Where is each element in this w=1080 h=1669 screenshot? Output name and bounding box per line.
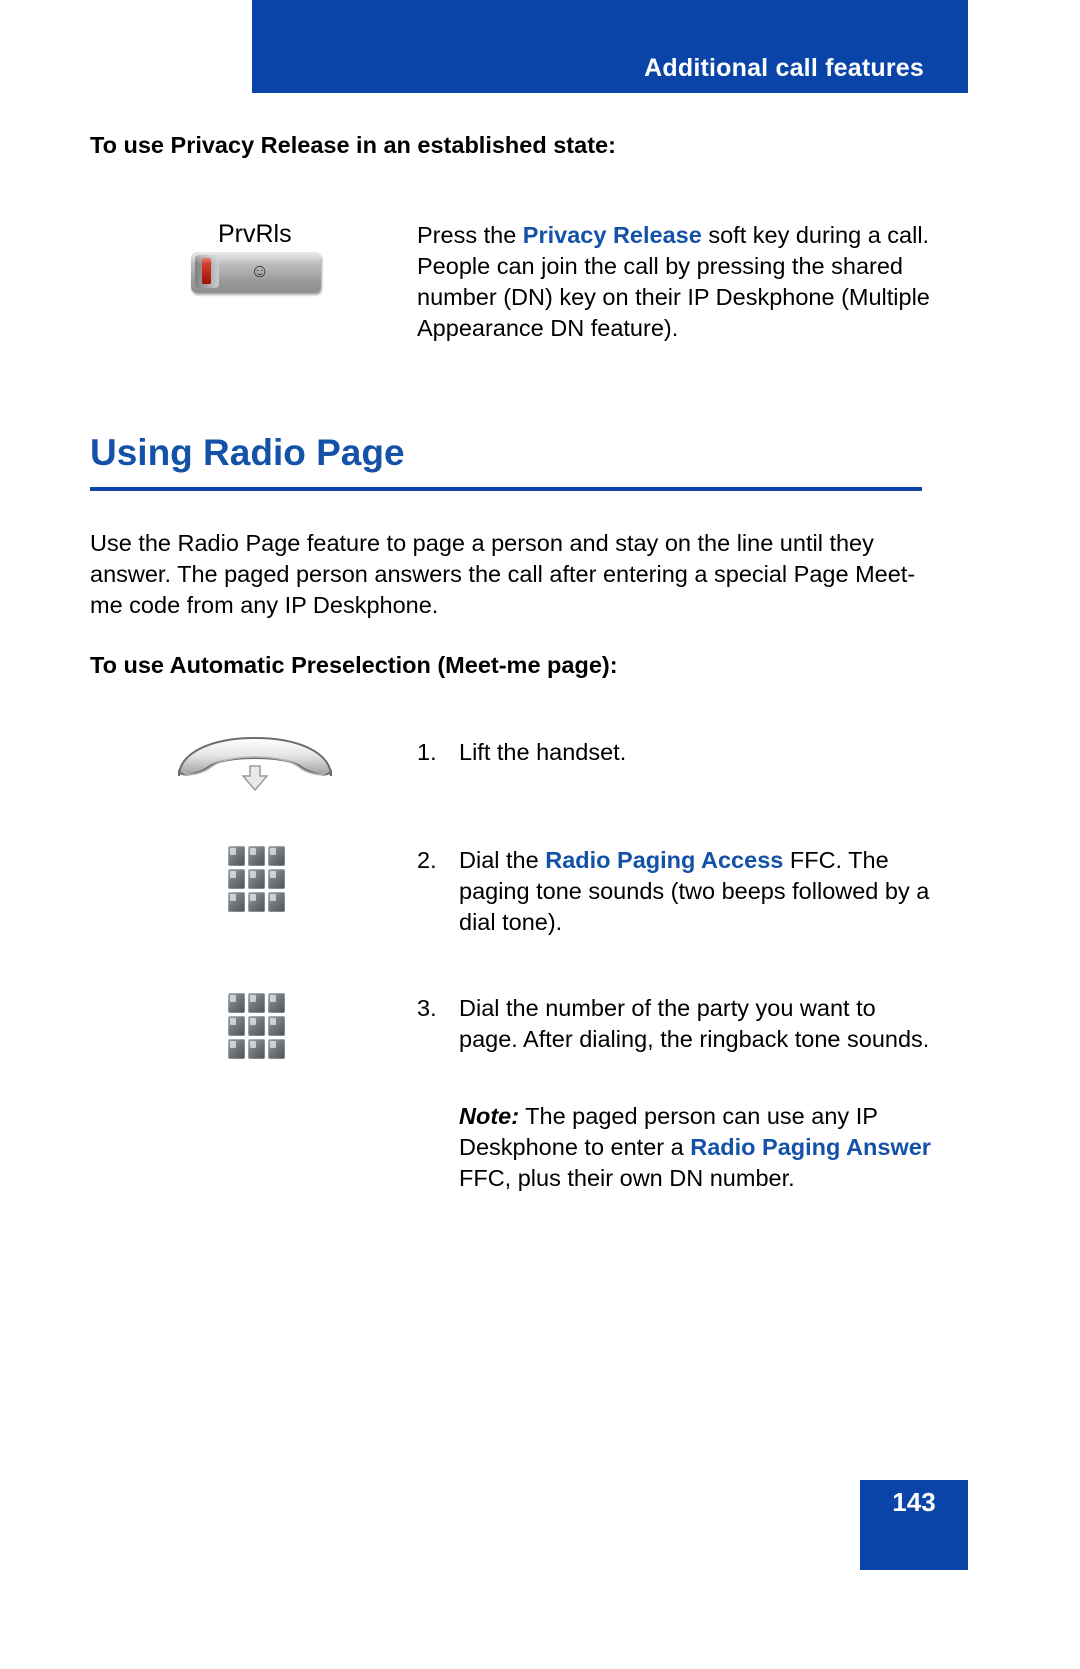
note-text-after: FFC, plus their own DN number. — [459, 1165, 795, 1191]
step-2-term: Radio Paging Access — [545, 847, 784, 873]
step-number-2: 2. — [417, 847, 437, 873]
dialpad-icon — [228, 846, 286, 912]
step-text-3: Dial the number of the party you want to… — [459, 993, 932, 1055]
dialpad-icon — [228, 993, 286, 1059]
step-2-text-before: Dial the — [459, 847, 546, 873]
dialpad-key — [268, 869, 285, 889]
privacy-release-soft-key-icon: ☺ — [191, 252, 321, 293]
privacy-release-term: Privacy Release — [522, 222, 702, 248]
step-number-1: 1. — [417, 739, 437, 765]
page-number: 143 — [892, 1487, 936, 1517]
page-title: Using Radio Page — [90, 432, 405, 473]
dialpad-key — [248, 869, 265, 889]
dialpad-key — [228, 1039, 245, 1059]
dialpad-key — [248, 1039, 265, 1059]
step-3-text-before: Dial the number of the party you want to… — [459, 995, 930, 1052]
dialpad-key — [248, 1016, 265, 1036]
step-text-1: Lift the handset. — [459, 737, 932, 768]
header-title: Additional call features — [644, 54, 924, 82]
step-1-text-before: Lift the handset. — [459, 739, 627, 765]
section-intro: Use the Radio Page feature to page a per… — [90, 530, 916, 618]
dialpad-key — [268, 993, 285, 1013]
lift-handset-icon — [175, 732, 335, 794]
dialpad-key — [268, 846, 285, 866]
dialpad-key — [228, 869, 245, 889]
step-number-3: 3. — [417, 995, 437, 1021]
privacy-release-description: Press the Privacy Release soft key durin… — [417, 220, 932, 344]
header-banner: Additional call features — [252, 0, 968, 93]
dialpad-key — [248, 993, 265, 1013]
dialpad-key — [268, 892, 285, 912]
dialpad-key — [268, 1039, 285, 1059]
steps-heading: To use Automatic Preselection (Meet-me p… — [90, 652, 618, 678]
dialpad-key — [268, 1016, 285, 1036]
dialpad-key — [248, 892, 265, 912]
dialpad-key — [228, 1016, 245, 1036]
dialpad-key — [228, 846, 245, 866]
privacy-release-heading: To use Privacy Release in an established… — [90, 132, 616, 158]
step-text-2: Dial the Radio Paging Access FFC. The pa… — [459, 845, 932, 938]
note-term: Radio Paging Answer — [690, 1134, 931, 1160]
privacy-release-text-before: Press the — [417, 222, 523, 248]
dialpad-key — [248, 846, 265, 866]
note-label: Note: — [459, 1103, 520, 1129]
section-divider — [90, 487, 922, 491]
softkey-highlight — [191, 252, 321, 264]
dialpad-key — [228, 993, 245, 1013]
softkey-label: PrvRls — [218, 220, 292, 248]
dialpad-key — [228, 892, 245, 912]
step-3-note: Note: The paged person can use any IP De… — [459, 1101, 937, 1194]
